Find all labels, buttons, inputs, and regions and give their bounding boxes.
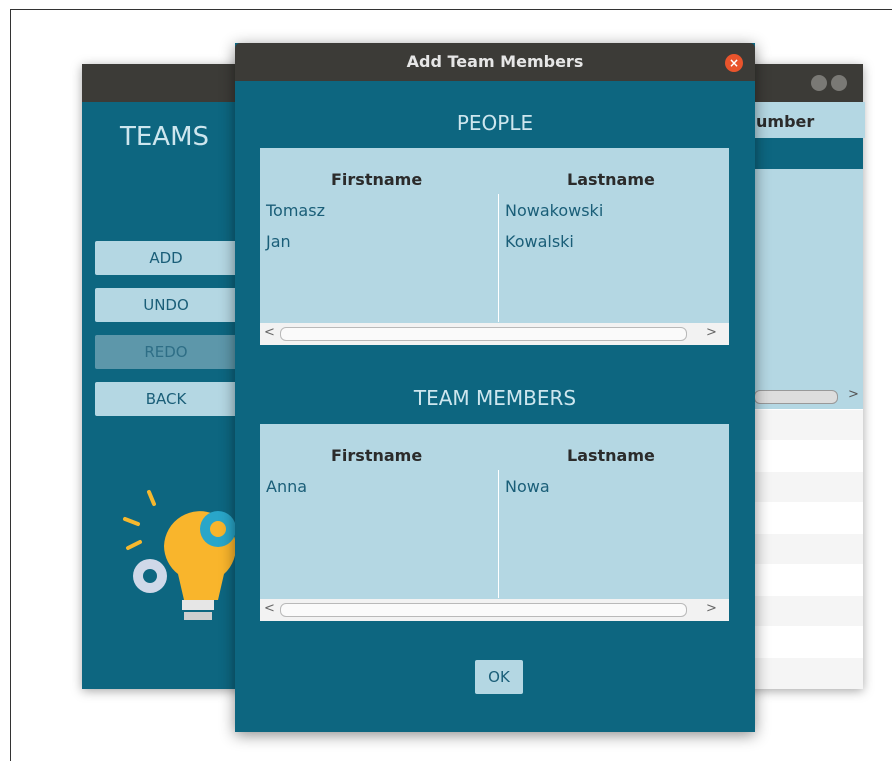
team-cell-lastname[interactable]: Nowa bbox=[505, 477, 550, 496]
close-icon[interactable]: × bbox=[725, 54, 743, 72]
close-window-button[interactable] bbox=[831, 75, 847, 91]
scroll-right-arrow-icon[interactable]: > bbox=[848, 387, 859, 402]
add-button[interactable]: ADD bbox=[95, 241, 237, 275]
column-divider bbox=[498, 470, 499, 598]
people-cell-firstname[interactable]: Jan bbox=[266, 232, 291, 251]
table-row[interactable] bbox=[754, 471, 863, 503]
table-row[interactable] bbox=[754, 626, 863, 658]
scroll-right-arrow-icon[interactable]: > bbox=[706, 325, 717, 340]
undo-button[interactable]: UNDO bbox=[95, 288, 237, 322]
people-section-title: PEOPLE bbox=[456, 111, 534, 135]
team-header-firstname[interactable]: Firstname bbox=[331, 446, 422, 465]
scroll-right-arrow-icon[interactable]: > bbox=[706, 601, 717, 616]
horizontal-scrollbar[interactable]: > bbox=[754, 385, 863, 409]
table-header-number: umber bbox=[754, 102, 865, 138]
ok-button[interactable]: OK bbox=[475, 660, 523, 694]
table-row[interactable] bbox=[754, 440, 863, 472]
people-table: Firstname Lastname Tomasz Nowakowski Jan… bbox=[260, 148, 729, 345]
team-horizontal-scrollbar[interactable]: < > bbox=[260, 599, 729, 621]
people-header-lastname[interactable]: Lastname bbox=[567, 170, 655, 189]
redo-button[interactable]: REDO bbox=[95, 335, 237, 369]
people-horizontal-scrollbar[interactable]: < > bbox=[260, 323, 729, 345]
people-cell-lastname[interactable]: Kowalski bbox=[505, 232, 574, 251]
teams-table: umber > bbox=[754, 102, 865, 689]
team-cell-firstname[interactable]: Anna bbox=[266, 477, 307, 496]
team-members-section-title: TEAM MEMBERS bbox=[413, 386, 577, 410]
table-row[interactable] bbox=[754, 502, 863, 534]
add-team-members-dialog: Add Team Members × PEOPLE Firstname Last… bbox=[235, 43, 755, 732]
minimize-button[interactable] bbox=[811, 75, 827, 91]
scrollbar-thumb[interactable] bbox=[280, 603, 687, 617]
table-row-selected[interactable] bbox=[754, 138, 863, 169]
table-row[interactable] bbox=[754, 409, 863, 441]
team-members-table: Firstname Lastname Anna Nowa < > bbox=[260, 424, 729, 621]
scroll-left-arrow-icon[interactable]: < bbox=[264, 601, 275, 616]
scrollbar-thumb[interactable] bbox=[280, 327, 687, 341]
table-row[interactable] bbox=[754, 533, 863, 565]
column-divider bbox=[498, 194, 499, 322]
people-header-firstname[interactable]: Firstname bbox=[331, 170, 422, 189]
table-body bbox=[754, 169, 863, 407]
table-row[interactable] bbox=[754, 595, 863, 627]
lightbulb-gears-icon bbox=[123, 490, 236, 620]
people-cell-lastname[interactable]: Nowakowski bbox=[505, 201, 603, 220]
back-button[interactable]: BACK bbox=[95, 382, 237, 416]
scroll-left-arrow-icon[interactable]: < bbox=[264, 325, 275, 340]
app-title: TEAMS bbox=[120, 122, 210, 152]
team-header-lastname[interactable]: Lastname bbox=[567, 446, 655, 465]
table-row[interactable] bbox=[754, 564, 863, 596]
people-cell-firstname[interactable]: Tomasz bbox=[266, 201, 325, 220]
dialog-titlebar: Add Team Members × bbox=[235, 43, 755, 81]
table-row[interactable] bbox=[754, 657, 863, 689]
dialog-title: Add Team Members bbox=[406, 52, 584, 71]
